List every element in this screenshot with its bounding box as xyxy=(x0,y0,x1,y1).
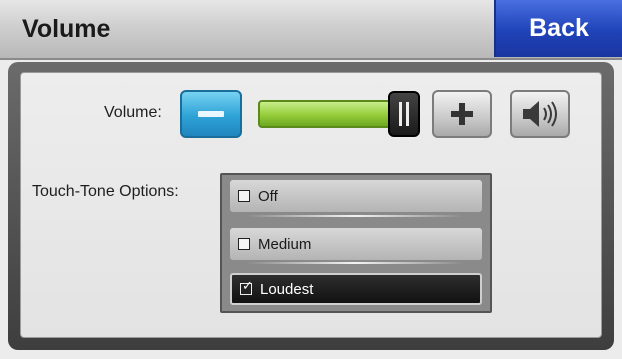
checkbox-loudest[interactable]: ✓ xyxy=(240,279,253,295)
checkmark-icon: ✓ xyxy=(242,279,253,294)
option-medium[interactable]: Medium xyxy=(230,228,482,260)
divider xyxy=(246,262,464,264)
header-bar: Volume Back xyxy=(0,0,622,60)
back-button[interactable]: Back xyxy=(494,0,622,57)
option-off-label: Off xyxy=(258,187,278,205)
option-loudest[interactable]: ✓ Loudest xyxy=(230,273,482,305)
checkbox-medium[interactable] xyxy=(238,238,250,250)
option-off[interactable]: Off xyxy=(230,180,482,212)
speaker-icon xyxy=(523,101,557,127)
plus-icon xyxy=(451,103,473,125)
volume-screen: Volume Back Volume: Touch-Tone Options: … xyxy=(0,0,622,359)
volume-slider-handle[interactable] xyxy=(388,91,420,137)
volume-label: Volume: xyxy=(104,104,162,121)
page-title: Volume xyxy=(22,15,111,43)
option-medium-label: Medium xyxy=(258,235,312,253)
option-loudest-label: Loudest xyxy=(260,280,314,298)
speaker-button[interactable] xyxy=(510,90,570,138)
touch-tone-label: Touch-Tone Options: xyxy=(32,183,179,200)
volume-up-button[interactable] xyxy=(432,90,492,138)
volume-down-button[interactable] xyxy=(180,90,242,138)
slider-grip-icon xyxy=(399,102,409,126)
checkbox-off[interactable] xyxy=(238,190,250,202)
divider xyxy=(246,215,464,217)
minus-icon xyxy=(198,111,224,117)
volume-slider[interactable] xyxy=(258,100,406,128)
